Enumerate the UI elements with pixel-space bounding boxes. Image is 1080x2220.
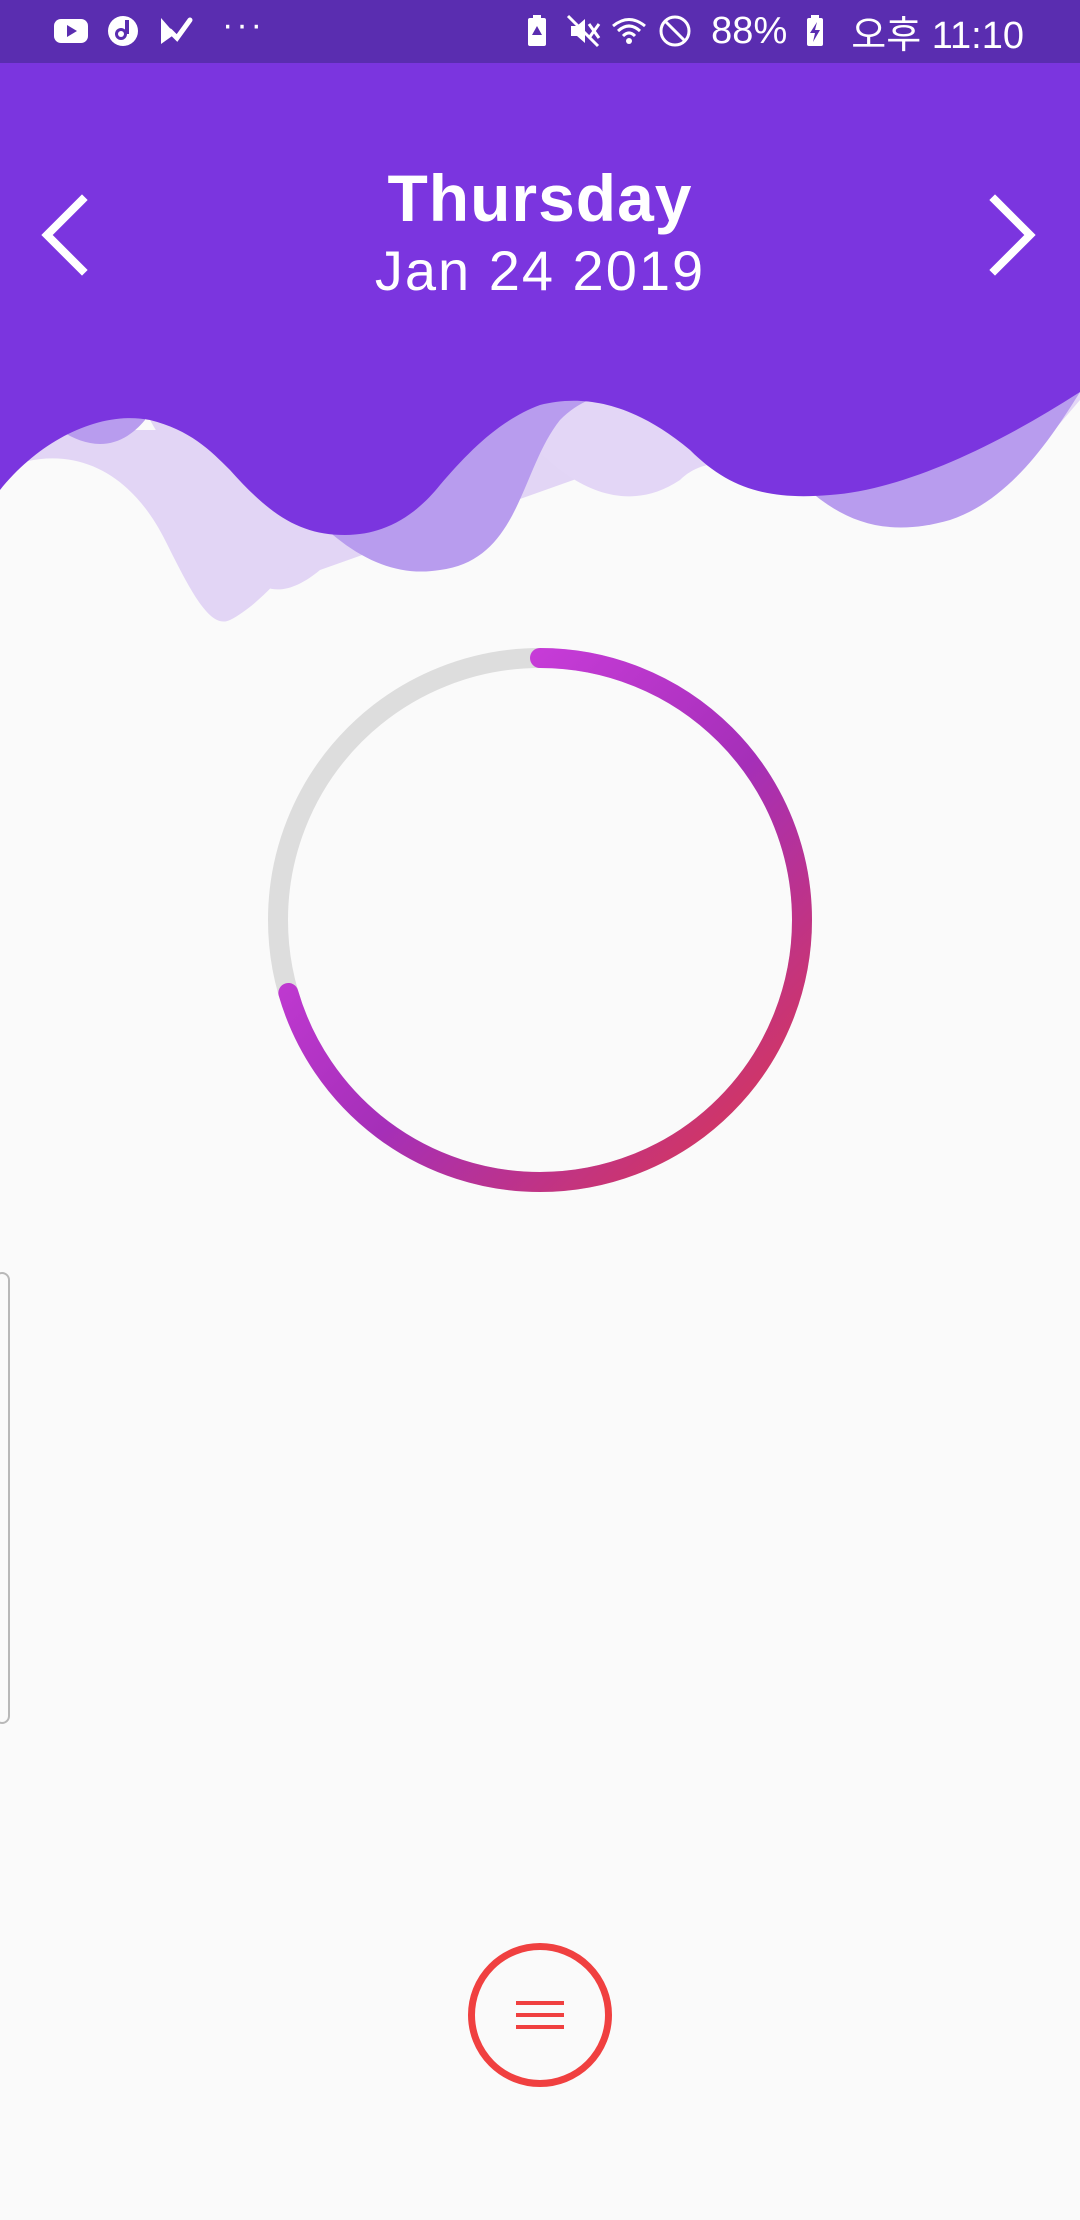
battery-charging-icon [797,13,833,49]
previous-day-button[interactable] [32,185,102,285]
menu-button[interactable] [468,1943,612,2087]
status-bar-system: 88% 오후 11:10 [519,8,1024,57]
status-bar: ··· 88% 오후 11:10 [0,0,1080,63]
do-not-disturb-icon [657,13,693,49]
youtube-icon [52,12,90,50]
side-drawer-handle[interactable] [0,1272,10,1724]
wifi-icon [611,13,647,49]
task-check-icon [156,12,194,50]
chevron-left-icon [41,194,88,276]
mute-icon [565,13,601,49]
clock: 오후 11:10 [851,14,1024,57]
day-title: Thursday [387,161,693,235]
daily-progress-ring [255,635,825,1205]
next-day-button[interactable] [975,185,1045,285]
date-subtitle: Jan 24 2019 [374,239,706,302]
music-app-icon [104,12,142,50]
status-bar-notifications: ··· [52,6,265,50]
menu-icon [516,2001,564,2029]
battery-percent: 88% [711,9,788,52]
header-background [0,63,1080,643]
battery-saver-icon [519,13,555,49]
more-notifications-indicator: ··· [222,6,265,44]
chevron-right-icon [989,194,1036,276]
